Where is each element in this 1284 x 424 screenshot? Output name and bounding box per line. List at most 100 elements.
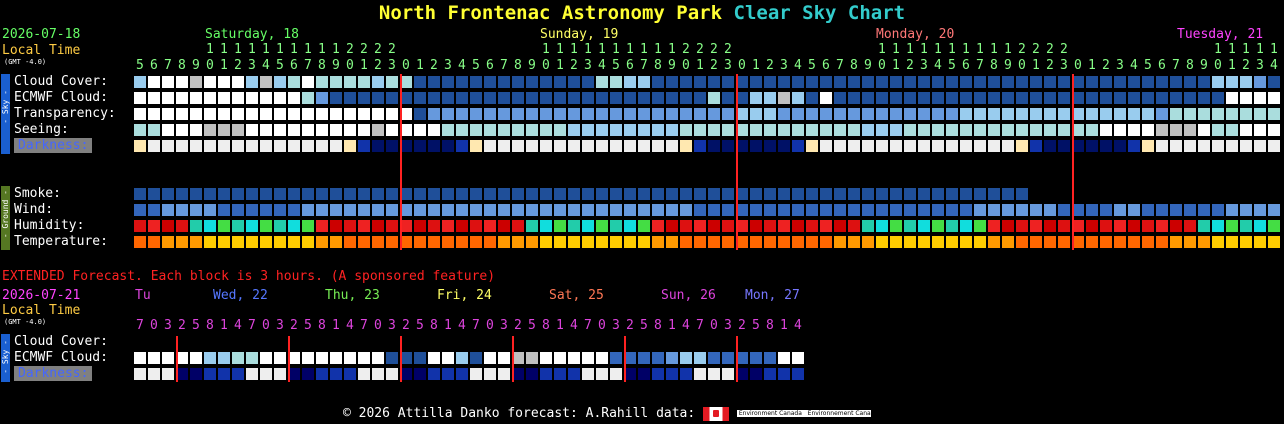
- forecast-block: [526, 108, 538, 120]
- forecast-block: [722, 204, 734, 216]
- forecast-block: [218, 76, 230, 88]
- humidity-block: [904, 220, 916, 232]
- hour-digit: 8: [850, 58, 858, 73]
- hour-digit: 0: [738, 58, 746, 73]
- darkness-block: [1044, 140, 1056, 152]
- hour-digit: 4: [458, 58, 466, 73]
- forecast-block: [344, 76, 356, 88]
- hour-digit: 9: [192, 58, 200, 73]
- forecast-block: [232, 352, 244, 364]
- darkness-block: [694, 140, 706, 152]
- ext-hour-digit: 1: [444, 318, 452, 333]
- forecast-block: [148, 352, 160, 364]
- forecast-block: [764, 124, 776, 136]
- forecast-block: [1030, 124, 1042, 136]
- forecast-block: [666, 188, 678, 200]
- darkness-block: [932, 140, 944, 152]
- forecast-block: [442, 188, 454, 200]
- forecast-block: [722, 124, 734, 136]
- forecast-block: [428, 352, 440, 364]
- temperature-block: [876, 236, 888, 248]
- forecast-block: [1198, 124, 1210, 136]
- forecast-block: [1254, 124, 1266, 136]
- forecast-block: [722, 76, 734, 88]
- hour-tens-digit: 1: [318, 42, 326, 57]
- forecast-block: [1016, 92, 1028, 104]
- forecast-block: [1170, 92, 1182, 104]
- forecast-block: [904, 204, 916, 216]
- forecast-block: [498, 204, 510, 216]
- ext-hour-digit: 0: [150, 318, 158, 333]
- ext-darkness-block: [554, 368, 566, 380]
- forecast-block: [302, 76, 314, 88]
- darkness-block: [484, 140, 496, 152]
- darkness-block: [1086, 140, 1098, 152]
- forecast-block: [1086, 76, 1098, 88]
- forecast-block: [876, 124, 888, 136]
- forecast-block: [162, 352, 174, 364]
- forecast-block: [176, 124, 188, 136]
- ext-hour-digit: 2: [402, 318, 410, 333]
- hour-tens-digit: 1: [248, 42, 256, 57]
- footer-credits: © 2026 Attilla Danko forecast: A.Rahill …: [343, 406, 696, 421]
- forecast-block: [1100, 92, 1112, 104]
- humidity-block: [148, 220, 160, 232]
- hour-digit: 6: [962, 58, 970, 73]
- forecast-block: [932, 188, 944, 200]
- forecast-block: [1240, 76, 1252, 88]
- forecast-block: [344, 108, 356, 120]
- forecast-block: [806, 108, 818, 120]
- forecast-block: [484, 108, 496, 120]
- darkness-block: [848, 140, 860, 152]
- forecast-block: [190, 124, 202, 136]
- forecast-block: [1240, 124, 1252, 136]
- humidity-block: [666, 220, 678, 232]
- hour-tens-digit: 1: [556, 42, 564, 57]
- humidity-block: [1226, 220, 1238, 232]
- humidity-block: [1044, 220, 1056, 232]
- forecast-block: [764, 188, 776, 200]
- hour-tens-digit: 2: [360, 42, 368, 57]
- hour-digit: 7: [1172, 58, 1180, 73]
- forecast-block: [428, 124, 440, 136]
- ext-hour-digit: 8: [318, 318, 326, 333]
- ext-darkness-block: [792, 368, 804, 380]
- ext-hour-digit: 5: [528, 318, 536, 333]
- hour-digit: 1: [752, 58, 760, 73]
- forecast-block: [330, 92, 342, 104]
- forecast-block: [554, 92, 566, 104]
- hour-digit: 0: [402, 58, 410, 73]
- ext-hour-digit: 1: [556, 318, 564, 333]
- temperature-block: [316, 236, 328, 248]
- forecast-block: [862, 108, 874, 120]
- temperature-block: [680, 236, 692, 248]
- forecast-block: [1254, 76, 1266, 88]
- hour-tens-digit: 1: [920, 42, 928, 57]
- forecast-block: [1170, 124, 1182, 136]
- forecast-block: [162, 108, 174, 120]
- hour-digit: 7: [164, 58, 172, 73]
- hour-digit: 1: [1228, 58, 1236, 73]
- temperature-block: [414, 236, 426, 248]
- humidity-block: [652, 220, 664, 232]
- forecast-block: [176, 92, 188, 104]
- forecast-block: [442, 76, 454, 88]
- forecast-block: [204, 188, 216, 200]
- forecast-block: [274, 92, 286, 104]
- temperature-block: [1156, 236, 1168, 248]
- hour-digit: 7: [836, 58, 844, 73]
- forecast-block: [148, 108, 160, 120]
- forecast-block: [1114, 124, 1126, 136]
- forecast-block: [596, 92, 608, 104]
- humidity-block: [1240, 220, 1252, 232]
- forecast-block: [386, 76, 398, 88]
- forecast-block: [820, 204, 832, 216]
- forecast-block: [1114, 204, 1126, 216]
- forecast-block: [1030, 92, 1042, 104]
- forecast-block: [330, 76, 342, 88]
- forecast-block: [582, 352, 594, 364]
- temperature-block: [960, 236, 972, 248]
- forecast-block: [554, 204, 566, 216]
- humidity-block: [1128, 220, 1140, 232]
- forecast-block: [274, 188, 286, 200]
